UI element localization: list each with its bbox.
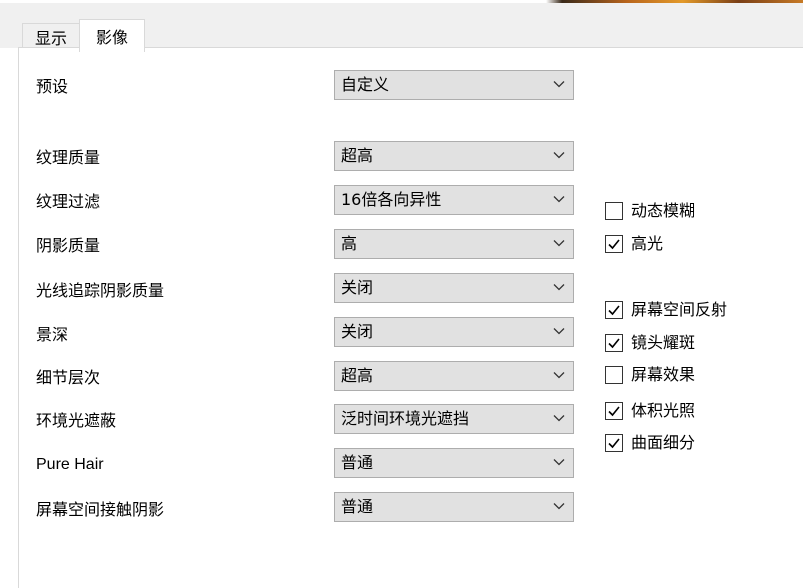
pure-hair-value: 普通 bbox=[341, 453, 374, 472]
motion-blur-label: 动态模糊 bbox=[631, 201, 696, 220]
chevron-down-icon bbox=[553, 81, 565, 88]
motion-blur-checkbox[interactable]: 动态模糊 bbox=[605, 200, 695, 222]
checkbox-box[interactable] bbox=[605, 434, 623, 452]
depth-of-field-select[interactable]: 关闭 bbox=[334, 317, 574, 347]
check-icon bbox=[608, 338, 620, 349]
texture-filter-select[interactable]: 16倍各向异性 bbox=[334, 185, 574, 215]
tab-graphics-label: 影像 bbox=[95, 28, 128, 47]
check-icon bbox=[608, 406, 620, 417]
contact-shadows-value: 普通 bbox=[341, 497, 374, 516]
chevron-down-icon bbox=[553, 415, 565, 422]
check-icon bbox=[608, 239, 620, 250]
chevron-down-icon bbox=[553, 152, 565, 159]
depth-of-field-value: 关闭 bbox=[341, 322, 374, 341]
check-icon bbox=[608, 305, 620, 316]
checkbox-box[interactable] bbox=[605, 402, 623, 420]
chevron-down-icon bbox=[553, 240, 565, 247]
check-icon bbox=[608, 438, 620, 449]
chevron-down-icon bbox=[553, 328, 565, 335]
preset-label: 预设 bbox=[36, 77, 69, 96]
raytraced-shadow-quality-select[interactable]: 关闭 bbox=[334, 273, 574, 303]
screen-space-reflections-label: 屏幕空间反射 bbox=[631, 300, 728, 319]
checkbox-box[interactable] bbox=[605, 366, 623, 384]
tessellation-label: 曲面细分 bbox=[631, 433, 696, 452]
contact-shadows-select[interactable]: 普通 bbox=[334, 492, 574, 522]
texture-quality-select[interactable]: 超高 bbox=[334, 141, 574, 171]
screen-effects-label: 屏幕效果 bbox=[631, 365, 696, 384]
ambient-occlusion-label: 环境光遮蔽 bbox=[36, 411, 117, 430]
checkbox-box[interactable] bbox=[605, 202, 623, 220]
texture-filter-value: 16倍各向异性 bbox=[341, 190, 442, 209]
chevron-down-icon bbox=[553, 372, 565, 379]
checkbox-box[interactable] bbox=[605, 301, 623, 319]
lens-flare-label: 镜头耀斑 bbox=[631, 333, 696, 352]
tessellation-checkbox[interactable]: 曲面细分 bbox=[605, 432, 695, 454]
pure-hair-select[interactable]: 普通 bbox=[334, 448, 574, 478]
lens-flare-checkbox[interactable]: 镜头耀斑 bbox=[605, 332, 695, 354]
level-of-detail-value: 超高 bbox=[341, 366, 374, 385]
highlights-checkbox[interactable]: 高光 bbox=[605, 233, 663, 255]
volumetric-lighting-label: 体积光照 bbox=[631, 401, 696, 420]
checkbox-box[interactable] bbox=[605, 235, 623, 253]
chevron-down-icon bbox=[553, 459, 565, 466]
screen-space-reflections-checkbox[interactable]: 屏幕空间反射 bbox=[605, 299, 727, 321]
depth-of-field-label: 景深 bbox=[36, 325, 69, 344]
highlights-label: 高光 bbox=[631, 234, 664, 253]
raytraced-shadow-quality-label: 光线追踪阴影质量 bbox=[36, 281, 165, 300]
preset-select[interactable]: 自定义 bbox=[334, 70, 574, 100]
tab-graphics[interactable]: 影像 bbox=[79, 19, 145, 52]
chevron-down-icon bbox=[553, 503, 565, 510]
contact-shadows-label: 屏幕空间接触阴影 bbox=[36, 500, 165, 519]
texture-quality-label: 纹理质量 bbox=[36, 148, 101, 167]
level-of-detail-label: 细节层次 bbox=[36, 368, 101, 387]
chevron-down-icon bbox=[553, 284, 565, 291]
texture-filter-label: 纹理过滤 bbox=[36, 192, 101, 211]
ambient-occlusion-select[interactable]: 泛时间环境光遮挡 bbox=[334, 404, 574, 434]
raytraced-shadow-quality-value: 关闭 bbox=[341, 278, 374, 297]
chevron-down-icon bbox=[553, 196, 565, 203]
preset-value: 自定义 bbox=[341, 75, 390, 94]
tab-bar: 显示 影像 bbox=[0, 3, 803, 52]
level-of-detail-select[interactable]: 超高 bbox=[334, 361, 574, 391]
tab-display-label: 显示 bbox=[34, 28, 67, 48]
shadow-quality-value: 高 bbox=[341, 234, 358, 253]
pure-hair-label: Pure Hair bbox=[36, 456, 104, 473]
volumetric-lighting-checkbox[interactable]: 体积光照 bbox=[605, 400, 695, 422]
checkbox-box[interactable] bbox=[605, 334, 623, 352]
ambient-occlusion-value: 泛时间环境光遮挡 bbox=[341, 409, 470, 428]
shadow-quality-select[interactable]: 高 bbox=[334, 229, 574, 259]
shadow-quality-label: 阴影质量 bbox=[36, 236, 101, 255]
texture-quality-value: 超高 bbox=[341, 146, 374, 165]
screen-effects-checkbox[interactable]: 屏幕效果 bbox=[605, 364, 695, 386]
tab-display[interactable]: 显示 bbox=[22, 23, 80, 49]
